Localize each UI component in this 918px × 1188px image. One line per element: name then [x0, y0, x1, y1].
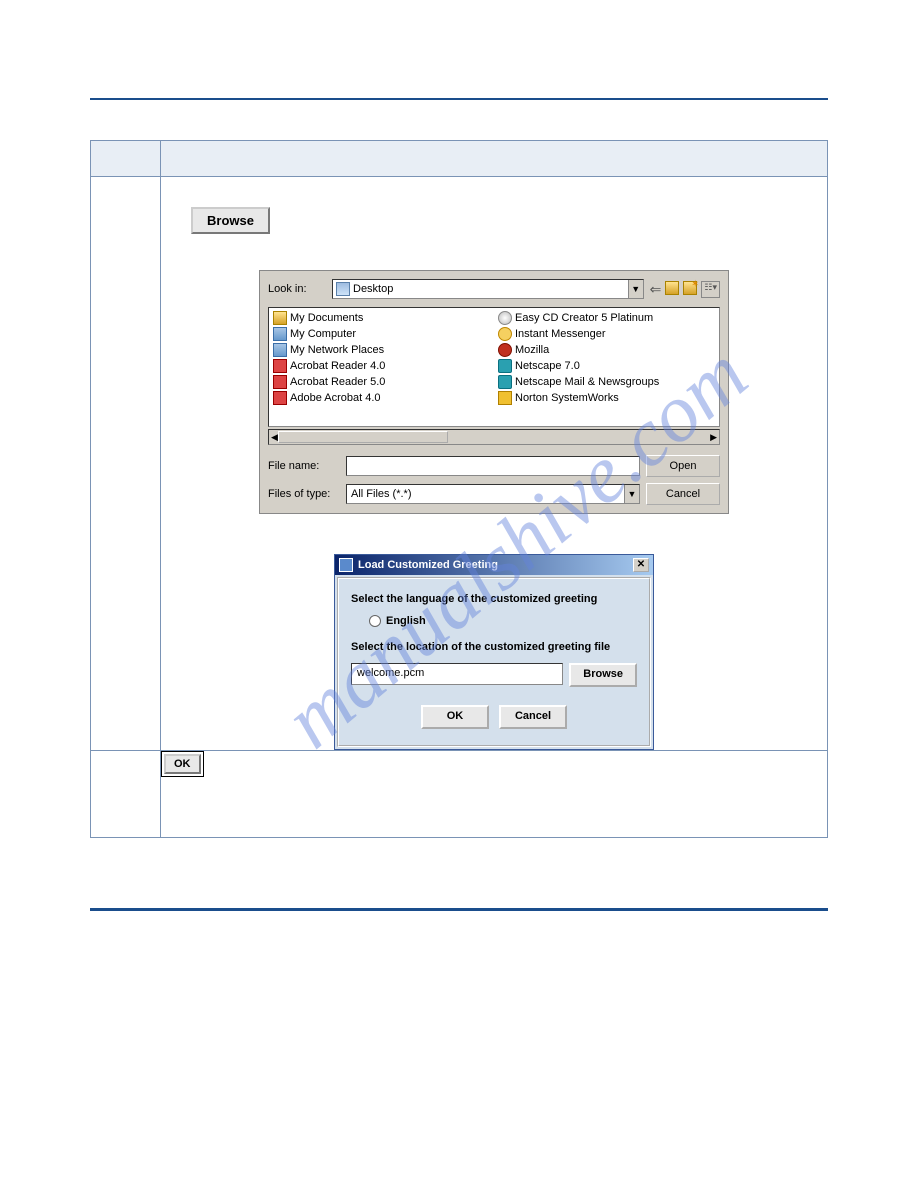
load-greeting-dialog: Load Customized Greeting ✕ Select the la… — [334, 554, 654, 750]
open-button[interactable]: Open — [646, 455, 720, 477]
dialog-title: Load Customized Greeting — [358, 559, 498, 571]
ok-button[interactable]: OK — [164, 754, 201, 774]
browse-button[interactable]: Browse — [191, 207, 270, 234]
scroll-thumb[interactable] — [278, 431, 448, 443]
filetype-dropdown[interactable]: All Files (*.*) ▼ — [346, 484, 640, 504]
list-item[interactable]: My Network Places — [271, 342, 492, 358]
filename-input[interactable] — [346, 456, 640, 476]
lookin-value: Desktop — [353, 283, 393, 295]
ok-button-outline: OK — [161, 751, 204, 777]
file-open-dialog: Look in: Desktop ▼ ⇐ ✶ ☷▾ — [259, 270, 729, 514]
list-item[interactable]: Netscape Mail & Newsgroups — [496, 374, 717, 390]
up-folder-icon[interactable] — [665, 281, 679, 295]
step-cell — [91, 177, 161, 751]
dialog-titlebar[interactable]: Load Customized Greeting ✕ — [335, 555, 653, 575]
netscape-mail-icon — [498, 375, 512, 389]
app-icon — [339, 558, 353, 572]
chevron-down-icon[interactable]: ▼ — [624, 485, 639, 503]
action-cell: OK — [161, 751, 828, 838]
list-item[interactable]: Mozilla — [496, 342, 717, 358]
list-item[interactable]: My Computer — [271, 326, 492, 342]
horizontal-scrollbar[interactable]: ◀ ▶ — [268, 429, 720, 445]
location-input[interactable]: welcome.pcm — [351, 663, 563, 685]
location-prompt: Select the location of the customized gr… — [351, 641, 637, 653]
list-item[interactable]: Norton SystemWorks — [496, 390, 717, 406]
new-folder-icon[interactable]: ✶ — [683, 281, 697, 295]
header-divider — [90, 60, 828, 100]
computer-icon — [273, 327, 287, 341]
table-header-step — [91, 141, 161, 177]
pdf-icon — [273, 391, 287, 405]
action-cell: Browse Look in: Desktop ▼ ⇐ — [161, 177, 828, 751]
cd-icon — [498, 311, 512, 325]
radio-english[interactable] — [369, 615, 381, 627]
footer-divider — [90, 908, 828, 948]
radio-english-label: English — [386, 615, 426, 627]
view-menu-icon[interactable]: ☷▾ — [701, 281, 720, 298]
ok-button[interactable]: OK — [421, 705, 489, 729]
list-item[interactable]: Instant Messenger — [496, 326, 717, 342]
filename-label: File name: — [268, 460, 340, 472]
back-icon[interactable]: ⇐ — [650, 281, 662, 298]
procedure-table: Browse Look in: Desktop ▼ ⇐ — [90, 140, 828, 838]
messenger-icon — [498, 327, 512, 341]
pdf-icon — [273, 359, 287, 373]
step-cell — [91, 751, 161, 838]
folder-icon — [273, 311, 287, 325]
close-icon[interactable]: ✕ — [633, 558, 649, 572]
list-item[interactable]: Netscape 7.0 — [496, 358, 717, 374]
cancel-button[interactable]: Cancel — [646, 483, 720, 505]
filetype-label: Files of type: — [268, 488, 340, 500]
lookin-label: Look in: — [268, 283, 326, 295]
file-list[interactable]: My Documents My Computer My Network Plac… — [268, 307, 720, 427]
cancel-button[interactable]: Cancel — [499, 705, 567, 729]
language-prompt: Select the language of the customized gr… — [351, 593, 637, 605]
desktop-icon — [336, 282, 350, 296]
browse-button[interactable]: Browse — [569, 663, 637, 687]
scroll-left-icon[interactable]: ◀ — [271, 432, 278, 443]
pdf-icon — [273, 375, 287, 389]
list-item[interactable]: Acrobat Reader 5.0 — [271, 374, 492, 390]
chevron-down-icon[interactable]: ▼ — [628, 280, 643, 298]
table-header-action — [161, 141, 828, 177]
list-item[interactable]: Acrobat Reader 4.0 — [271, 358, 492, 374]
list-item[interactable]: Easy CD Creator 5 Platinum — [496, 310, 717, 326]
scroll-right-icon[interactable]: ▶ — [710, 432, 717, 443]
network-icon — [273, 343, 287, 357]
netscape-icon — [498, 359, 512, 373]
mozilla-icon — [498, 343, 512, 357]
list-item[interactable]: Adobe Acrobat 4.0 — [271, 390, 492, 406]
list-item[interactable]: My Documents — [271, 310, 492, 326]
norton-icon — [498, 391, 512, 405]
lookin-dropdown[interactable]: Desktop ▼ — [332, 279, 644, 299]
